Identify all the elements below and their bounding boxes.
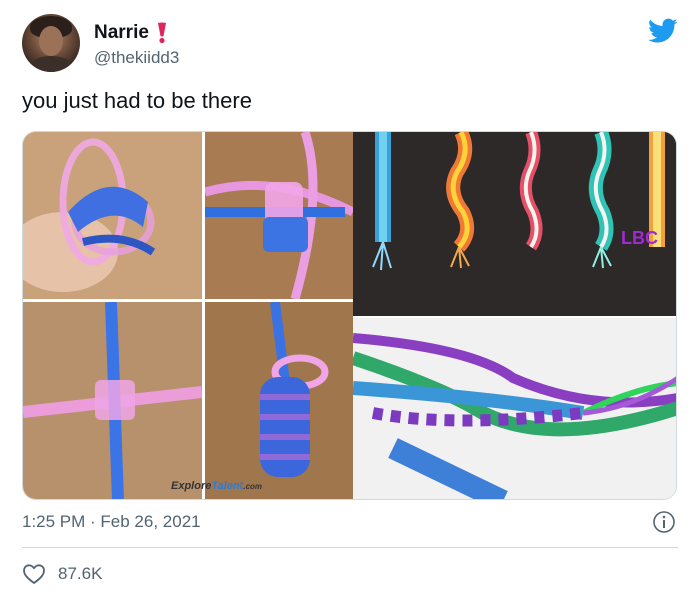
heart-outline-icon[interactable] — [22, 562, 46, 586]
photo-braided-lanyard — [353, 318, 676, 499]
tweet-text: you just had to be there — [22, 88, 252, 113]
display-name[interactable]: Narrie — [94, 22, 149, 44]
tweet-timestamp[interactable]: 1:25 PM · Feb 26, 2021 — [22, 512, 201, 532]
lbc-label: LBC — [621, 228, 658, 248]
user-handle[interactable]: @thekiidd3 — [94, 48, 179, 68]
photo-bracelets: LBC — [353, 132, 676, 316]
photo-step-1 — [23, 132, 202, 299]
info-icon[interactable] — [652, 510, 676, 534]
red-exclamation-icon — [157, 22, 166, 44]
like-button[interactable]: 87.6K — [22, 562, 102, 586]
like-count: 87.6K — [58, 564, 103, 583]
tweet-media[interactable]: ExploreTalent.com LBC — [22, 131, 677, 500]
avatar[interactable] — [22, 14, 80, 72]
name-row: Narrie — [94, 22, 169, 44]
photo-step-4 — [205, 302, 353, 499]
twitter-bird-icon[interactable] — [648, 18, 678, 44]
tweet-card: Narrie @thekiidd3 you just had to be the… — [0, 0, 700, 602]
collage-tutorial: ExploreTalent.com — [23, 132, 353, 499]
photo-step-3 — [23, 302, 202, 499]
divider — [22, 547, 678, 548]
explore-talent-watermark: ExploreTalent.com — [171, 480, 263, 492]
photo-step-2 — [205, 132, 353, 299]
